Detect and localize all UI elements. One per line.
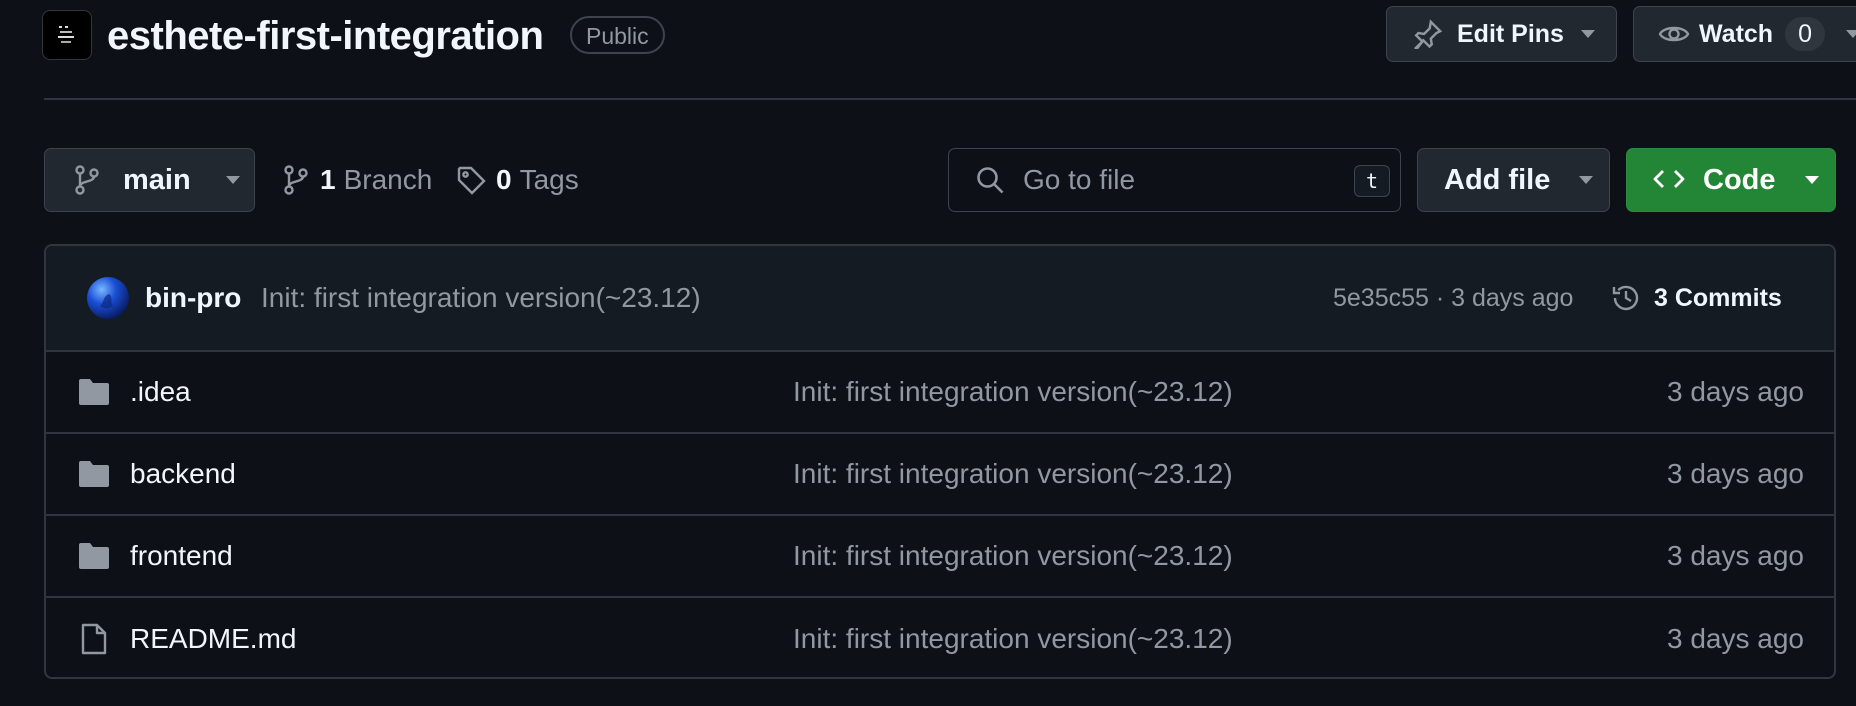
commit-message[interactable]: Init: first integration version(~23.12) <box>261 246 701 350</box>
commit-hash-time[interactable]: 5e35c55 · 3 days ago <box>1333 246 1573 350</box>
branch-selector[interactable]: main <box>44 148 255 212</box>
file-row[interactable]: backend Init: first integration version(… <box>46 434 1834 516</box>
file-icon <box>80 598 108 677</box>
watch-button[interactable]: Watch 0 <box>1633 6 1856 62</box>
add-file-label: Add file <box>1444 163 1551 196</box>
file-name[interactable]: .idea <box>130 352 191 432</box>
visibility-badge: Public <box>570 16 665 54</box>
folder-icon <box>78 352 110 432</box>
file-commit-time: 3 days ago <box>1667 540 1804 571</box>
branch-count: 1 <box>320 164 336 195</box>
folder-icon <box>78 516 110 596</box>
chevron-down-icon <box>1845 29 1856 39</box>
add-file-button[interactable]: Add file <box>1417 148 1610 212</box>
folder-icon <box>78 434 110 514</box>
code-button[interactable]: Code <box>1626 148 1836 212</box>
commit-author[interactable]: bin-pro <box>145 246 241 350</box>
history-icon <box>1610 282 1642 314</box>
edit-pins-label: Edit Pins <box>1457 19 1564 48</box>
file-commit-message[interactable]: Init: first integration version(~23.12) <box>793 434 1233 514</box>
watch-label: Watch <box>1699 19 1774 48</box>
chevron-down-icon <box>225 175 241 185</box>
file-commit-message[interactable]: Init: first integration version(~23.12) <box>793 598 1233 677</box>
tag-icon <box>456 165 486 195</box>
search-placeholder: Go to file <box>1023 164 1136 195</box>
tag-label: Tags <box>519 164 579 195</box>
file-name[interactable]: README.md <box>130 598 296 677</box>
file-name[interactable]: frontend <box>130 516 233 596</box>
search-icon <box>975 165 1005 195</box>
chevron-down-icon <box>1578 175 1594 185</box>
file-commit-message[interactable]: Init: first integration version(~23.12) <box>793 516 1233 596</box>
tags-link[interactable]: 0 Tags <box>456 148 579 212</box>
eye-icon <box>1658 22 1690 46</box>
chevron-down-icon <box>1804 175 1820 185</box>
file-table: bin-pro Init: first integration version(… <box>44 244 1836 679</box>
author-avatar[interactable] <box>86 246 130 350</box>
latest-commit-row: bin-pro Init: first integration version(… <box>46 246 1834 352</box>
edit-pins-button[interactable]: Edit Pins <box>1386 6 1617 62</box>
git-branch-icon <box>282 164 310 196</box>
repo-title[interactable]: esthete-first-integration <box>107 10 544 62</box>
code-icon <box>1653 168 1685 192</box>
file-commit-time: 3 days ago <box>1667 623 1804 654</box>
file-commit-time: 3 days ago <box>1667 458 1804 489</box>
file-commit-time: 3 days ago <box>1667 376 1804 407</box>
file-row[interactable]: frontend Init: first integration version… <box>46 516 1834 598</box>
go-to-file-search[interactable]: Go to file t <box>948 148 1401 212</box>
search-shortcut-key: t <box>1354 165 1390 197</box>
file-row[interactable]: README.md Init: first integration versio… <box>46 598 1834 677</box>
chevron-down-icon <box>1580 29 1596 39</box>
file-row[interactable]: .idea Init: first integration version(~2… <box>46 352 1834 434</box>
watch-count: 0 <box>1785 17 1826 51</box>
tag-count: 0 <box>496 164 512 195</box>
commits-link[interactable]: 3 Commits <box>1610 246 1782 350</box>
repo-avatar <box>42 10 92 60</box>
branches-link[interactable]: 1 Branch <box>282 148 432 212</box>
file-commit-message[interactable]: Init: first integration version(~23.12) <box>793 352 1233 432</box>
header-divider <box>44 98 1856 100</box>
pin-icon <box>1413 19 1443 49</box>
branch-name: main <box>123 163 191 196</box>
branch-label: Branch <box>343 164 433 195</box>
git-branch-icon <box>73 164 101 196</box>
commits-label: 3 Commits <box>1654 283 1782 312</box>
code-label: Code <box>1703 163 1776 196</box>
file-name[interactable]: backend <box>130 434 236 514</box>
